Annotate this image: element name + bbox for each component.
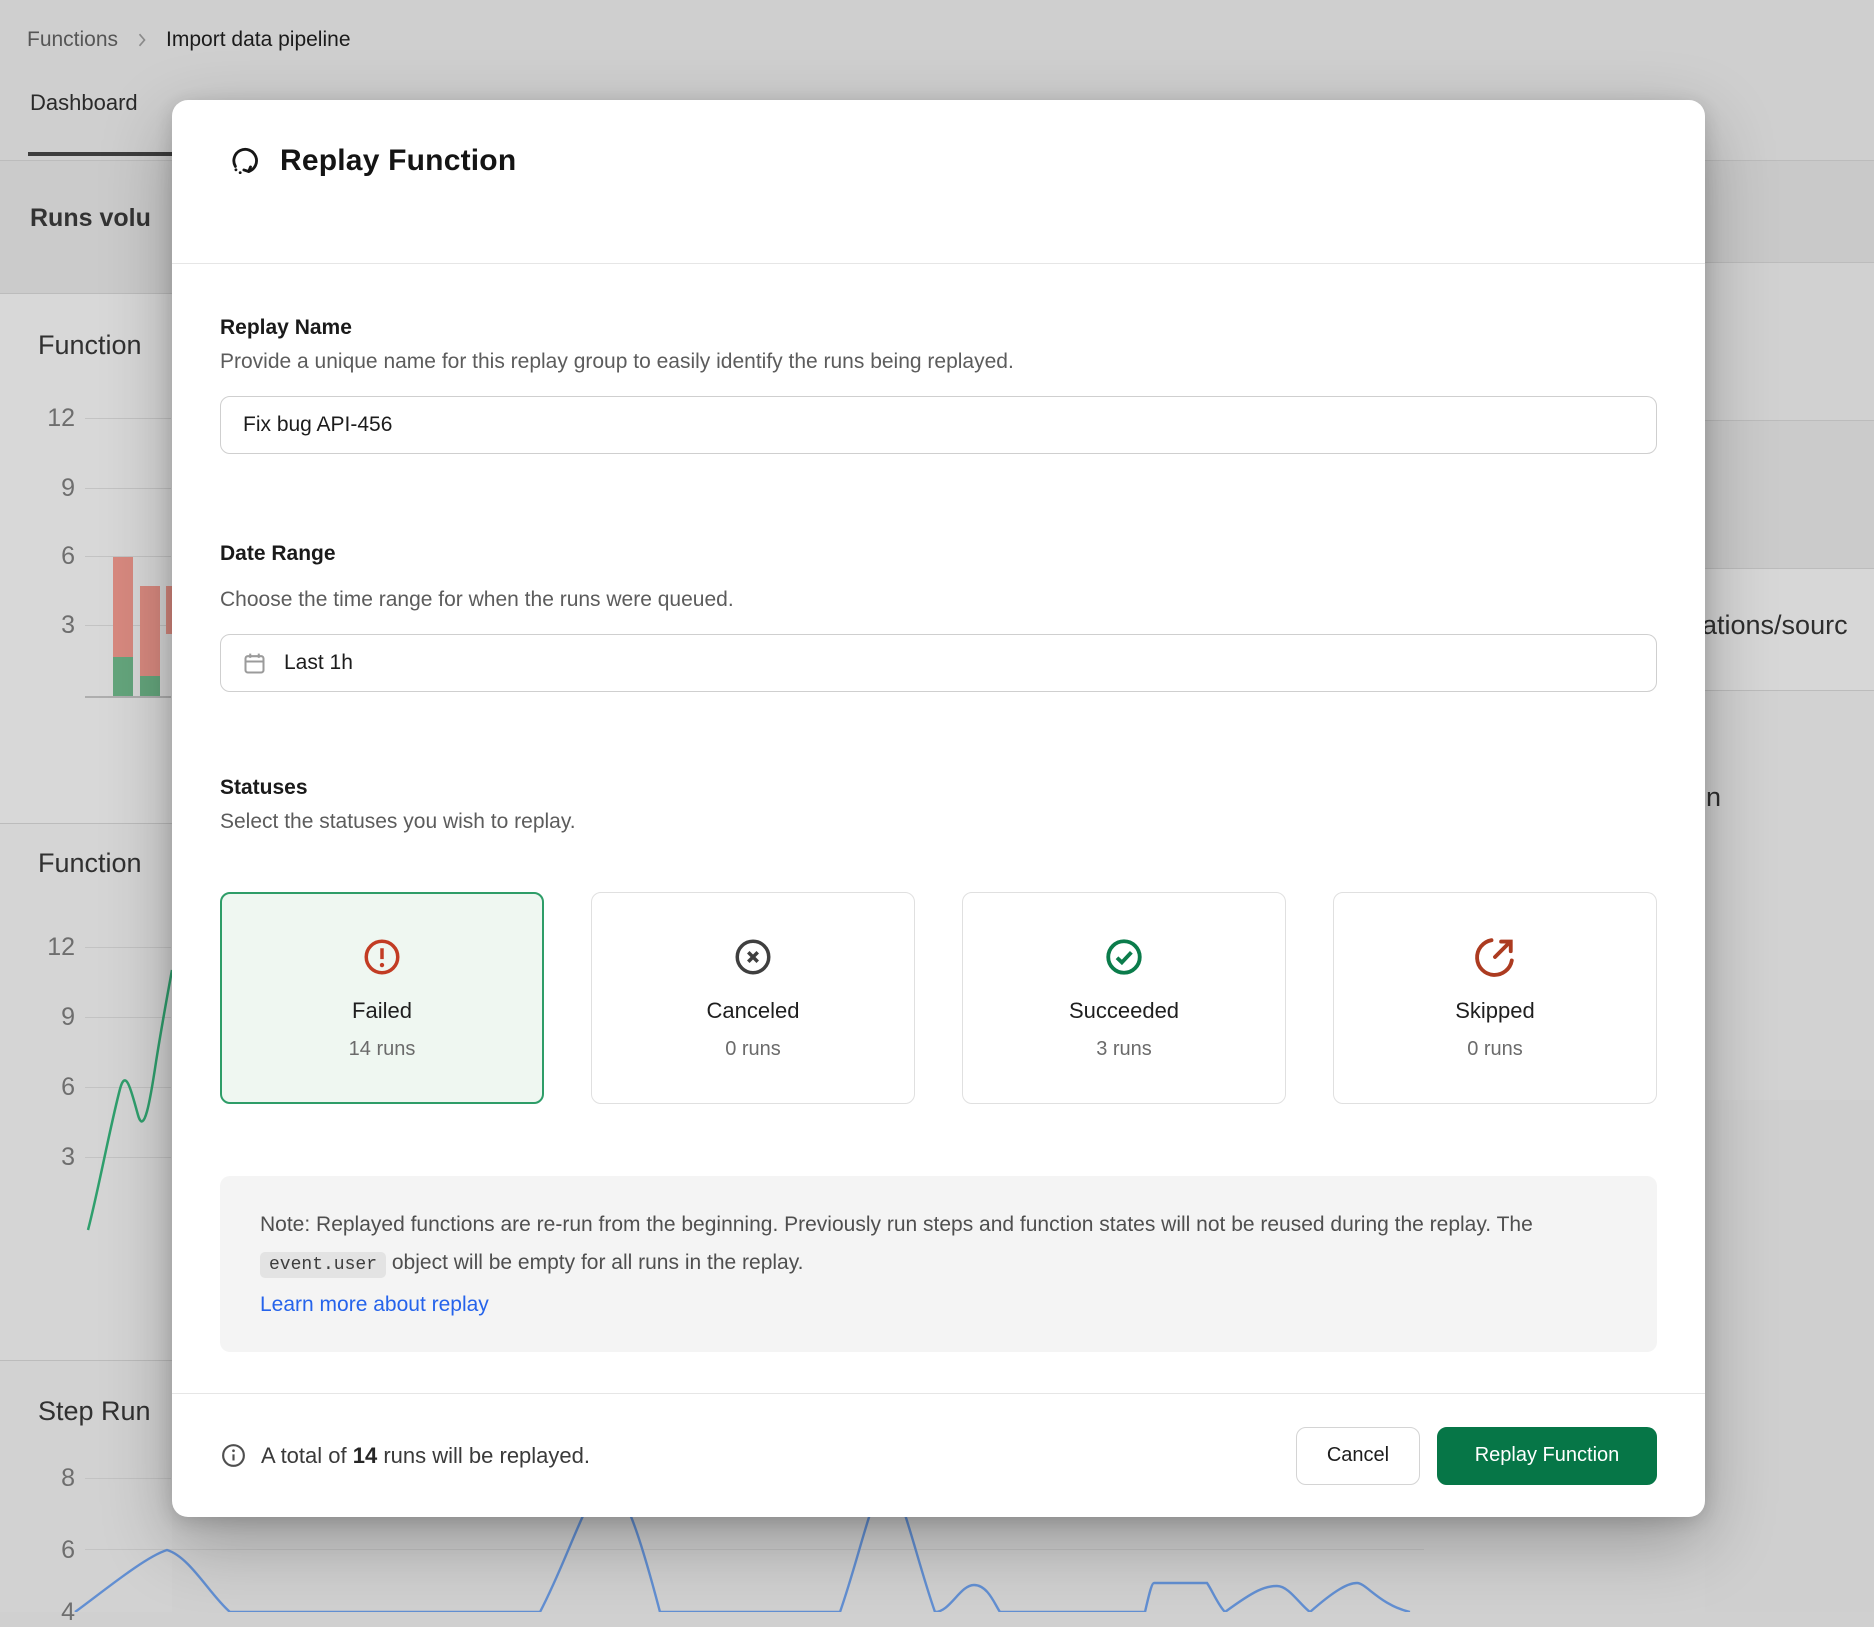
status-runs: 0 runs (1467, 1038, 1523, 1061)
status-runs: 14 runs (349, 1038, 416, 1061)
bar2-green-segment (140, 676, 160, 696)
right-divider-1 (1705, 262, 1874, 263)
cancel-button[interactable]: Cancel (1296, 1427, 1420, 1485)
footer-buttons: Cancel Replay Function (1296, 1427, 1657, 1485)
panel2-tick-3: 3 (39, 1143, 75, 1172)
summary-text: A total of 14 runs will be replayed. (261, 1443, 590, 1469)
panel1-tick-12: 12 (39, 404, 75, 433)
panel1-gridline-12 (85, 418, 171, 419)
info-icon (220, 1442, 247, 1469)
runs-volume-heading: Runs volu (30, 204, 151, 233)
status-name: Failed (352, 998, 412, 1024)
left-divider-3 (0, 1360, 172, 1361)
note-text-prefix: Note: Replayed functions are re-run from… (260, 1213, 1533, 1236)
date-range-value: Last 1h (284, 651, 353, 675)
calendar-icon (241, 650, 268, 677)
modal-title: Replay Function (280, 144, 516, 178)
replay-function-button[interactable]: Replay Function (1437, 1427, 1657, 1485)
modal-header: Replay Function (228, 144, 516, 178)
x-circle-icon (732, 936, 774, 978)
right-divider-4 (1705, 690, 1874, 691)
status-card-skipped[interactable]: Skipped 0 runs (1333, 892, 1657, 1104)
status-name: Canceled (707, 998, 800, 1024)
left-divider-2 (0, 823, 172, 824)
check-circle-icon (1103, 936, 1145, 978)
replay-name-label: Replay Name (220, 316, 1657, 340)
panel2-line-chart (82, 940, 174, 1250)
left-divider-1 (0, 293, 172, 294)
left-panel1-band (0, 293, 172, 823)
tab-dashboard[interactable]: Dashboard (30, 90, 138, 116)
panel2-tick-12: 12 (39, 933, 75, 962)
date-range-input[interactable]: Last 1h (220, 634, 1657, 692)
replay-function-modal: Replay Function Replay Name Provide a un… (172, 100, 1705, 1517)
footer-summary: A total of 14 runs will be replayed. (220, 1442, 590, 1469)
replay-name-input[interactable] (220, 396, 1657, 454)
right-divider-2 (1705, 420, 1874, 421)
bar1-green-segment (113, 657, 133, 696)
right-band-3 (1705, 420, 1874, 568)
modal-footer: A total of 14 runs will be replayed. Can… (172, 1394, 1705, 1517)
replay-note: Note: Replayed functions are re-run from… (220, 1176, 1657, 1352)
panel1-title: Function (38, 330, 142, 361)
status-name: Skipped (1455, 998, 1535, 1024)
header-divider (172, 263, 1705, 264)
tab-active-underline (28, 152, 172, 156)
breadcrumb-current[interactable]: Import data pipeline (166, 28, 350, 52)
status-cards: Failed 14 runs Canceled 0 runs Succ (220, 892, 1657, 1104)
statuses-description: Select the statuses you wish to replay. (220, 810, 1657, 834)
skip-circle-icon (1474, 936, 1516, 978)
panel2-tick-6: 6 (39, 1073, 75, 1102)
right-divider-3 (1705, 568, 1874, 569)
status-runs: 0 runs (725, 1038, 781, 1061)
replay-name-description: Provide a unique name for this replay gr… (220, 350, 1657, 374)
status-card-canceled[interactable]: Canceled 0 runs (591, 892, 915, 1104)
right-band-6 (1705, 1100, 1874, 1612)
summary-prefix: A total of (261, 1443, 353, 1468)
status-card-succeeded[interactable]: Succeeded 3 runs (962, 892, 1286, 1104)
bar2-red-segment (140, 586, 160, 676)
summary-suffix: runs will be replayed. (377, 1443, 590, 1468)
panel1-tick-3: 3 (39, 611, 75, 640)
breadcrumb: Functions Import data pipeline (27, 28, 351, 52)
right-band-2 (1705, 262, 1874, 420)
right-cropped-text-n: n (1706, 782, 1721, 813)
note-text-suffix: object will be empty for all runs in the… (386, 1251, 803, 1274)
panel3-title: Step Run (38, 1396, 151, 1427)
panel1-gridline-9 (85, 488, 171, 489)
status-runs: 3 runs (1096, 1038, 1152, 1061)
status-card-failed[interactable]: Failed 14 runs (220, 892, 544, 1104)
statuses-label: Statuses (220, 776, 1657, 800)
right-band-5 (1705, 690, 1874, 1100)
date-range-description: Choose the time range for when the runs … (220, 588, 1657, 612)
right-band-1 (1705, 160, 1874, 262)
panel1-baseline (85, 696, 171, 698)
panel2-title: Function (38, 848, 142, 879)
replay-icon (228, 144, 262, 178)
panel3-gridline-8 (85, 1478, 171, 1479)
panel1-tick-6: 6 (39, 542, 75, 571)
chevron-right-icon (132, 30, 152, 50)
panel3-tick-8: 8 (39, 1464, 75, 1493)
panel1-tick-9: 9 (39, 474, 75, 503)
right-cropped-text-source: ations/sourc (1702, 610, 1848, 641)
note-code-chip: event.user (260, 1252, 386, 1278)
status-name: Succeeded (1069, 998, 1179, 1024)
summary-count: 14 (353, 1443, 377, 1468)
breadcrumb-functions[interactable]: Functions (27, 28, 118, 52)
date-range-label: Date Range (220, 542, 1657, 566)
panel2-tick-9: 9 (39, 1003, 75, 1032)
bar1-red-segment (113, 557, 133, 657)
learn-more-link[interactable]: Learn more about replay (260, 1286, 1617, 1324)
alert-circle-icon (361, 936, 403, 978)
